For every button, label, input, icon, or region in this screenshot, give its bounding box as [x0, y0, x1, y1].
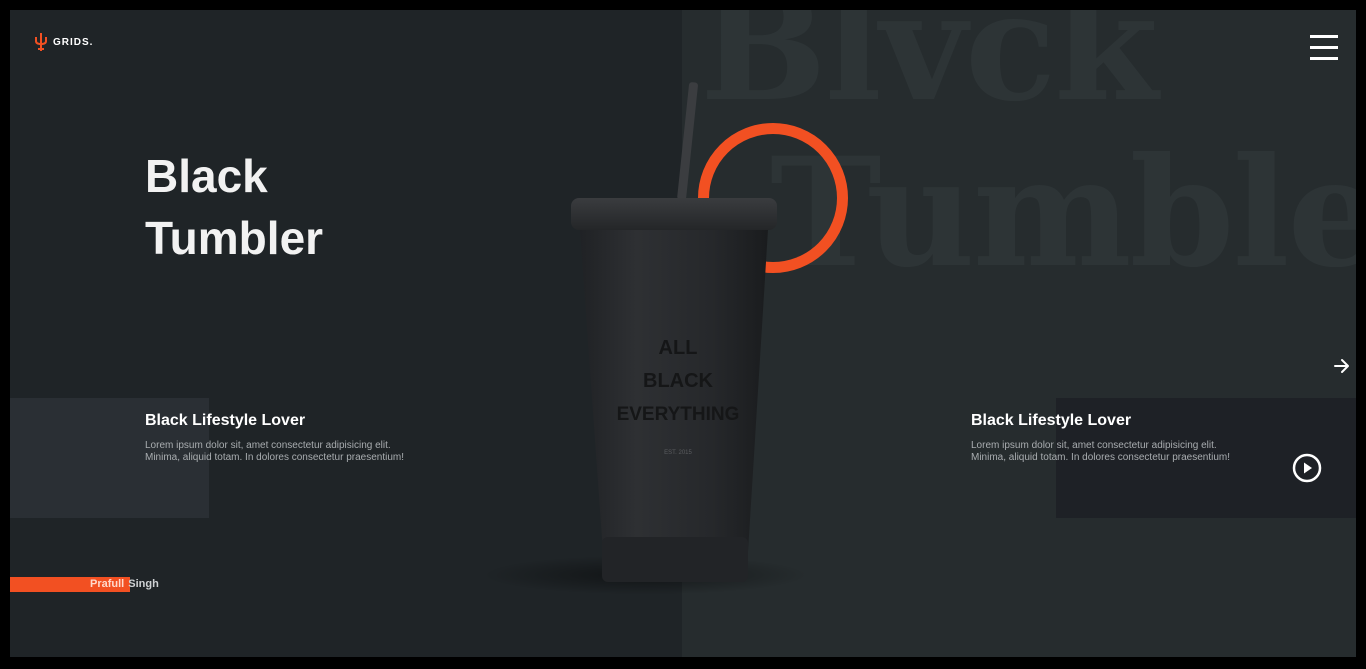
arrow-right-icon[interactable] [1332, 356, 1352, 376]
background-word-2: Tumbler [770, 125, 1356, 301]
feature-right: Black Lifestyle Lover Lorem ipsum dolor … [971, 412, 1231, 464]
logo[interactable]: GRIDS. [34, 32, 93, 52]
feature-left-text: Lorem ipsum dolor sit, amet consectetur … [145, 440, 405, 463]
title-line-2: Tumbler [145, 212, 324, 264]
hamburger-menu-icon[interactable] [1310, 34, 1338, 60]
feature-right-text: Lorem ipsum dolor sit, amet consectetur … [971, 440, 1231, 463]
cup-print-line-1: ALL [659, 337, 698, 359]
author-last-name: Singh [128, 578, 159, 590]
feature-left-title: Black Lifestyle Lover [145, 412, 306, 429]
trident-logo-icon [35, 33, 47, 51]
feature-right-title: Black Lifestyle Lover [971, 412, 1132, 429]
cup-print-line-3: EVERYTHING [617, 404, 740, 425]
feature-left: Black Lifestyle Lover Lorem ipsum dolor … [145, 412, 405, 464]
tumbler-image: ALL BLACK EVERYTHING EST. 2015 [571, 82, 777, 582]
page-title: Black Tumbler [145, 145, 323, 269]
cup-print-line-2: BLACK [643, 370, 714, 392]
hero-stage: Blvck Tumbler GRIDS. Black Tumbler [10, 10, 1356, 657]
author-first-name: Prafull [90, 578, 125, 590]
title-line-1: Black [145, 150, 268, 202]
cup-print-small: EST. 2015 [664, 450, 692, 456]
logo-text: GRIDS. [53, 36, 94, 48]
play-circle-icon[interactable] [1292, 453, 1322, 483]
author-name: Prafull Singh [90, 577, 159, 592]
